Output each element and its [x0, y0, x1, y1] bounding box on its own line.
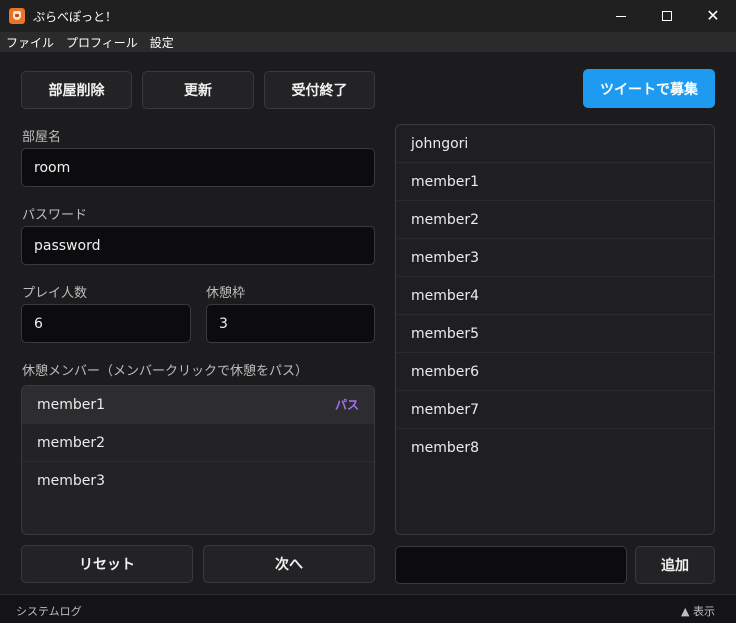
- member-row[interactable]: member1: [396, 163, 714, 201]
- break-member-name: member1: [37, 396, 106, 413]
- players-label: プレイ人数: [22, 286, 88, 301]
- password-label: パスワード: [22, 208, 88, 223]
- member-row[interactable]: member8: [396, 429, 714, 467]
- delete-room-button[interactable]: 部屋削除: [21, 71, 132, 109]
- break-member-row[interactable]: member1 パス: [22, 386, 374, 424]
- password-field[interactable]: password: [21, 226, 375, 265]
- break-slots-label: 休憩枠: [206, 286, 246, 301]
- break-member-name: member2: [37, 434, 106, 451]
- maximize-icon: [662, 11, 672, 21]
- room-name-field[interactable]: room: [21, 148, 375, 187]
- member-row[interactable]: member3: [396, 239, 714, 277]
- title-bar: ぷらべぽっと！ ✕: [0, 0, 736, 32]
- break-slots-field[interactable]: 3: [206, 304, 375, 343]
- break-member-row[interactable]: member2: [22, 424, 374, 462]
- refresh-button[interactable]: 更新: [142, 71, 254, 109]
- break-members-list: member1 パス member2 member3: [21, 385, 375, 535]
- close-icon: ✕: [706, 6, 720, 25]
- pass-badge: パス: [334, 398, 359, 412]
- break-member-name: member3: [37, 473, 106, 489]
- menu-item-settings[interactable]: 設定: [150, 34, 174, 51]
- minimize-icon: [616, 15, 626, 17]
- reset-button[interactable]: リセット: [21, 545, 193, 583]
- add-member-input[interactable]: [395, 546, 627, 584]
- tweet-recruit-button[interactable]: ツイートで募集: [583, 69, 715, 108]
- system-log-label: システムログ: [16, 605, 82, 618]
- menu-item-file[interactable]: ファイル: [6, 34, 54, 51]
- status-bar: システムログ ▲ 表示: [0, 594, 736, 623]
- next-button[interactable]: 次へ: [203, 545, 375, 583]
- close-reception-button[interactable]: 受付終了: [264, 71, 375, 109]
- main-panel: 部屋削除 更新 受付終了 ツイートで募集 部屋名 room パスワード pass…: [0, 52, 736, 594]
- menu-bar: ファイル プロフィール 設定: [0, 32, 736, 52]
- member-row[interactable]: member4: [396, 277, 714, 315]
- room-name-label: 部屋名: [22, 130, 62, 145]
- add-button[interactable]: 追加: [635, 546, 715, 584]
- break-members-label: 休憩メンバー（メンバークリックで休憩をパス）: [22, 364, 309, 379]
- member-row[interactable]: member7: [396, 391, 714, 429]
- players-field[interactable]: 6: [21, 304, 191, 343]
- window-title: ぷらべぽっと！: [33, 10, 118, 24]
- members-list: johngori member1 member2 member3 member4…: [395, 124, 715, 535]
- maximize-button[interactable]: [644, 0, 690, 32]
- minimize-button[interactable]: [598, 0, 644, 32]
- member-row[interactable]: member6: [396, 353, 714, 391]
- close-button[interactable]: ✕: [690, 0, 736, 32]
- app-icon: [9, 8, 25, 24]
- member-row[interactable]: johngori: [396, 125, 714, 163]
- member-row[interactable]: member5: [396, 315, 714, 353]
- menu-item-profile[interactable]: プロフィール: [66, 34, 138, 51]
- break-member-row[interactable]: member3: [22, 462, 374, 500]
- member-row[interactable]: member2: [396, 201, 714, 239]
- log-toggle-button[interactable]: ▲ 表示: [681, 603, 715, 619]
